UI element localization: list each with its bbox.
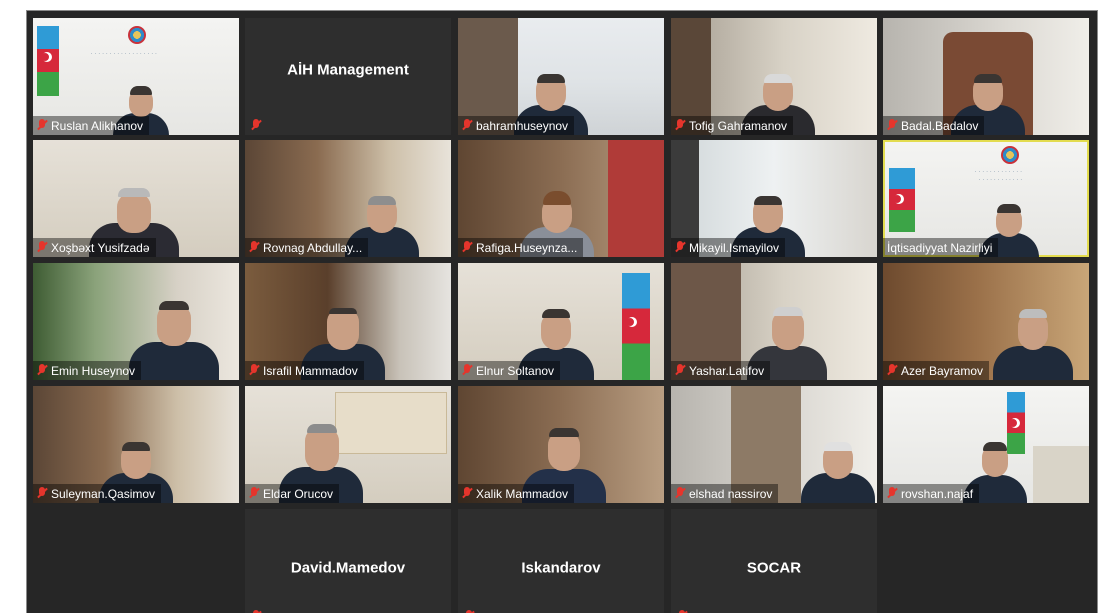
participant-name-label: bahramhuseynov <box>458 116 575 135</box>
participant-name: rovshan.najaf <box>901 486 974 501</box>
mic-muted-icon <box>251 119 261 132</box>
participant-tile-iqtisadiyyat-nazirliyi[interactable]: . . . . . . . . . . . . . . . . . . . . … <box>883 140 1089 257</box>
participant-name-label: Xalik Mammadov <box>458 484 575 503</box>
participant-tile-badal-badalov[interactable]: Badal.Badalov <box>883 18 1089 135</box>
participant-tile-socar[interactable]: SOCAR <box>671 509 877 613</box>
participant-name: Xalik Mammadov <box>476 486 569 501</box>
mic-muted-icon <box>37 241 47 254</box>
participant-name: Iskandarov <box>521 559 601 577</box>
mic-muted-icon <box>675 364 685 377</box>
participant-name-label: Xoşbəxt Yusifzadə <box>33 238 156 257</box>
azerbaijan-flag <box>37 26 59 96</box>
participant-tile-tofig-gahramanov[interactable]: Tofig Gahramanov <box>671 18 877 135</box>
mic-muted-icon <box>249 364 259 377</box>
participant-tile-iskandarov[interactable]: Iskandarov <box>458 509 664 613</box>
participant-name-label: Tofig Gahramanov <box>671 116 794 135</box>
participant-tile-yashar-latifov[interactable]: Yashar.Latifov <box>671 263 877 380</box>
participant-name: Rafiga.Huseynza... <box>476 240 578 255</box>
mic-muted-icon <box>462 241 472 254</box>
participant-name-label: Suleyman.Qasimov <box>33 484 162 503</box>
participant-name: Mikayil.Ismayilov <box>689 240 780 255</box>
participant-tile-elshad-nassirov[interactable]: elshad nassirov <box>671 386 877 503</box>
emblem-icon <box>128 26 146 44</box>
mic-muted-icon <box>37 487 47 500</box>
participant-video <box>801 442 875 503</box>
video-gallery: . . . . . . . . . . . . . . . . . . Rusl… <box>26 10 1098 613</box>
participant-name: Badal.Badalov <box>901 118 979 133</box>
participant-name: Israfil Mammadov <box>263 363 358 378</box>
participant-tile-eldar-orucov[interactable]: Eldar Orucov <box>245 386 451 503</box>
participant-name-label: Emin Huseynov <box>33 361 142 380</box>
participant-name: Tofig Gahramanov <box>689 118 788 133</box>
participant-tile-aih-management[interactable]: AİH Management <box>245 18 451 135</box>
mic-muted-icon <box>37 364 47 377</box>
participant-tile-xalik-mammadov[interactable]: Xalik Mammadov <box>458 386 664 503</box>
mic-muted-icon <box>887 119 897 132</box>
participant-name: Rovnag Abdullay... <box>263 240 363 255</box>
participant-name-label: İqtisadiyyat Nazirliyi <box>883 238 999 257</box>
participant-name-label: Ruslan Alikhanov <box>33 116 150 135</box>
participant-name-label: rovshan.najaf <box>883 484 980 503</box>
participant-name: Azer Bayramov <box>901 363 984 378</box>
participant-tile-emin-huseynov[interactable]: Emin Huseynov <box>33 263 239 380</box>
participant-name: Suleyman.Qasimov <box>51 486 156 501</box>
mic-muted-icon <box>249 241 259 254</box>
participant-tile-bahramhuseynov[interactable]: bahramhuseynov <box>458 18 664 135</box>
participant-tile-rovnag-abdullayev[interactable]: Rovnag Abdullay... <box>245 140 451 257</box>
participant-name-label: Azer Bayramov <box>883 361 990 380</box>
participant-name: Eldar Orucov <box>263 486 334 501</box>
participant-video <box>993 306 1073 380</box>
participant-tile-rafiga-huseynzada[interactable]: Rafiga.Huseynza... <box>458 140 664 257</box>
participant-name-label: Rovnag Abdullay... <box>245 238 369 257</box>
participant-tile-azer-bayramov[interactable]: Azer Bayramov <box>883 263 1089 380</box>
participant-name-label: Badal.Badalov <box>883 116 985 135</box>
mic-muted-icon <box>462 364 472 377</box>
participant-tile-david-mamedov[interactable]: David.Mamedov <box>245 509 451 613</box>
participant-name-label: elshad nassirov <box>671 484 779 503</box>
participant-tile-israfil-mammadov[interactable]: Israfil Mammadov <box>245 263 451 380</box>
participant-name: Xoşbəxt Yusifzadə <box>51 240 150 255</box>
participant-name: bahramhuseynov <box>476 118 569 133</box>
participant-name-label: Israfil Mammadov <box>245 361 364 380</box>
participant-name-label: Eldar Orucov <box>245 484 340 503</box>
participant-tile-elnur-soltanov[interactable]: Elnur Soltanov <box>458 263 664 380</box>
participant-name: Yashar.Latifov <box>689 363 765 378</box>
azerbaijan-flag <box>889 168 915 232</box>
participant-name: elshad nassirov <box>689 486 773 501</box>
participant-name: David.Mamedov <box>290 559 406 577</box>
mic-muted-icon <box>675 487 685 500</box>
emblem-icon <box>1001 146 1019 164</box>
mic-muted-icon <box>887 364 897 377</box>
participant-name-label: Elnur Soltanov <box>458 361 561 380</box>
mic-muted-icon <box>462 119 472 132</box>
mic-muted-icon <box>887 487 897 500</box>
mic-muted-icon <box>249 487 259 500</box>
participant-name: SOCAR <box>746 559 802 577</box>
participant-name: Elnur Soltanov <box>476 363 555 378</box>
participant-name-label: Mikayil.Ismayilov <box>671 238 786 257</box>
participant-name-label: Yashar.Latifov <box>671 361 771 380</box>
participant-name: Emin Huseynov <box>51 363 136 378</box>
azerbaijan-flag <box>622 273 650 380</box>
participant-name: Ruslan Alikhanov <box>51 118 144 133</box>
participant-tile-mikayil-ismayilov[interactable]: Mikayil.Ismayilov <box>671 140 877 257</box>
participant-name: İqtisadiyyat Nazirliyi <box>887 240 993 255</box>
participant-tile-rovshan-najaf[interactable]: rovshan.najaf <box>883 386 1089 503</box>
participant-video <box>129 300 219 380</box>
participant-tile-xosbaxt-yusifzada[interactable]: Xoşbəxt Yusifzadə <box>33 140 239 257</box>
mic-muted-icon <box>462 487 472 500</box>
mic-muted-icon <box>675 241 685 254</box>
mic-muted-icon <box>675 119 685 132</box>
participant-name-label: Rafiga.Huseynza... <box>458 238 584 257</box>
participant-name: AİH Management <box>287 61 409 79</box>
participant-tile-suleyman-qasimov[interactable]: Suleyman.Qasimov <box>33 386 239 503</box>
mic-muted-icon <box>37 119 47 132</box>
participant-tile-ruslan-alikhanov[interactable]: . . . . . . . . . . . . . . . . . . Rusl… <box>33 18 239 135</box>
